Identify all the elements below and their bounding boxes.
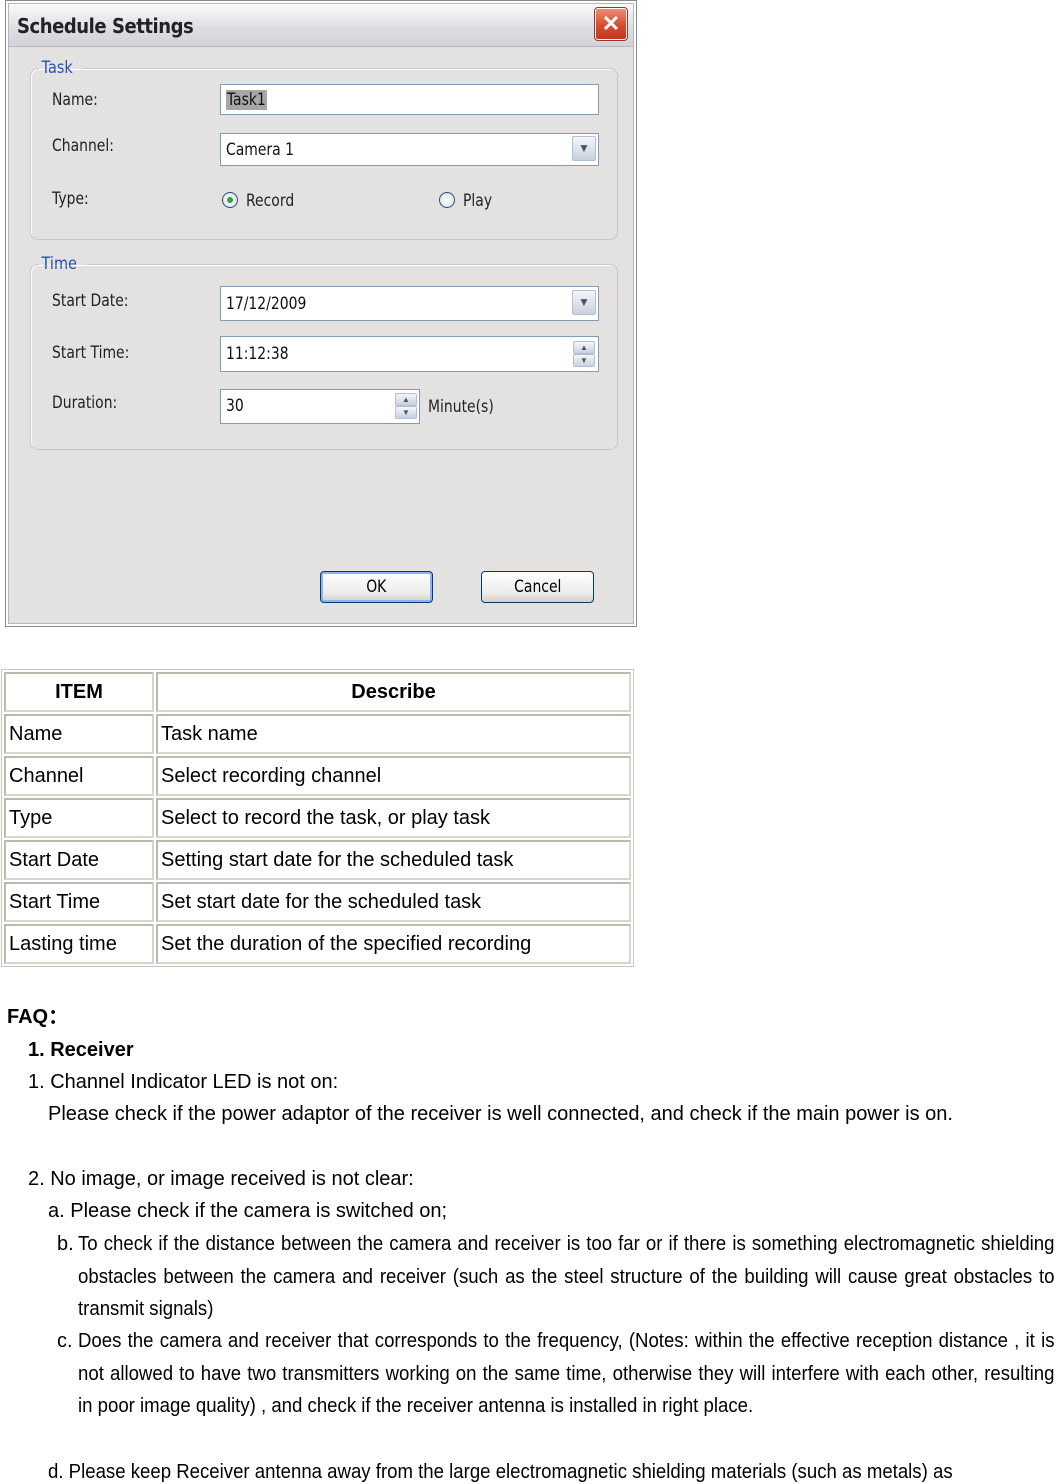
- settings-description-table: ITEM Describe Name Task name Channel Sel…: [1, 669, 634, 967]
- cancel-button-label: Cancel: [513, 577, 562, 597]
- faq-question-2: 2. No image, or image received is not cl…: [28, 1168, 414, 1190]
- faq-answer-2d: d. Please keep Receiver antenna away fro…: [48, 1461, 953, 1483]
- item-cell: Start Time: [4, 882, 154, 922]
- play-radio-label[interactable]: Play: [463, 191, 492, 211]
- spin-down-icon[interactable]: ▼: [395, 406, 417, 419]
- start-date-value: 17/12/2009: [226, 294, 307, 314]
- channel-select[interactable]: Camera 1 ▼: [220, 133, 599, 166]
- start-date-dropdown-button[interactable]: ▼: [572, 290, 596, 315]
- start-date-label: Start Date:: [52, 291, 129, 311]
- item-cell: Start Date: [4, 840, 154, 880]
- table-row: Start Time Set start date for the schedu…: [4, 882, 631, 922]
- faq-section-receiver: 1. Receiver: [28, 1039, 134, 1061]
- spin-down-icon[interactable]: ▼: [573, 354, 595, 367]
- describe-cell: Task name: [156, 714, 631, 754]
- close-icon: ✕: [601, 11, 621, 36]
- duration-value: 30: [226, 396, 244, 416]
- duration-unit: Minute(s): [428, 397, 494, 417]
- table-row: Start Date Setting start date for the sc…: [4, 840, 631, 880]
- faq-answer-2c: Does the camera and receiver that corres…: [78, 1325, 1057, 1423]
- item-cell: Channel: [4, 756, 154, 796]
- duration-spinner[interactable]: ▲ ▼: [395, 393, 417, 419]
- close-button[interactable]: ✕: [594, 7, 628, 41]
- spin-up-icon[interactable]: ▲: [395, 393, 417, 406]
- ok-button[interactable]: OK: [320, 571, 433, 603]
- faq-answer-1: Please check if the power adaptor of the…: [48, 1103, 953, 1125]
- ok-button-label: OK: [366, 577, 387, 597]
- faq-question-1: 1. Channel Indicator LED is not on:: [28, 1071, 339, 1093]
- type-label: Type:: [52, 189, 89, 209]
- faq-answer-2b-marker: b.: [57, 1233, 74, 1255]
- item-cell: Lasting time: [4, 924, 154, 964]
- table-header-row: ITEM Describe: [4, 672, 631, 712]
- start-date-picker[interactable]: 17/12/2009 ▼: [220, 286, 599, 321]
- start-time-spinner[interactable]: ▲ ▼: [573, 341, 595, 367]
- start-time-label: Start Time:: [52, 343, 130, 363]
- start-time-input[interactable]: 11:12:38 ▲ ▼: [220, 336, 599, 372]
- title-bar[interactable]: Schedule Settings ✕: [9, 4, 633, 47]
- item-cell: Name: [4, 714, 154, 754]
- name-input[interactable]: Task1: [220, 84, 599, 115]
- header-describe: Describe: [156, 672, 631, 712]
- dialog-title: Schedule Settings: [17, 14, 194, 38]
- describe-cell: Setting start date for the scheduled tas…: [156, 840, 631, 880]
- duration-input[interactable]: 30 ▲ ▼: [220, 389, 420, 424]
- record-radio[interactable]: [222, 192, 238, 208]
- table-row: Type Select to record the task, or play …: [4, 798, 631, 838]
- name-label: Name:: [52, 90, 98, 110]
- cancel-button[interactable]: Cancel: [481, 571, 594, 603]
- header-item: ITEM: [4, 672, 154, 712]
- describe-cell: Set the duration of the specified record…: [156, 924, 631, 964]
- table-row: Name Task name: [4, 714, 631, 754]
- faq-answer-2b-text: To check if the distance between the cam…: [78, 1233, 1055, 1320]
- faq-answer-2c-marker: c.: [57, 1330, 73, 1352]
- channel-value: Camera 1: [226, 140, 295, 160]
- play-radio[interactable]: [439, 192, 455, 208]
- spin-up-icon[interactable]: ▲: [573, 341, 595, 354]
- item-cell: Type: [4, 798, 154, 838]
- name-value: Task1: [226, 90, 267, 110]
- table-row: Lasting time Set the duration of the spe…: [4, 924, 631, 964]
- channel-label: Channel:: [52, 136, 114, 156]
- schedule-settings-dialog: Schedule Settings ✕ Task Name: Task1 Cha…: [5, 0, 637, 627]
- describe-cell: Set start date for the scheduled task: [156, 882, 631, 922]
- channel-dropdown-button[interactable]: ▼: [572, 136, 596, 161]
- record-radio-label[interactable]: Record: [246, 191, 294, 211]
- describe-cell: Select recording channel: [156, 756, 631, 796]
- start-time-value: 11:12:38: [226, 344, 289, 364]
- faq-answer-2c-text: Does the camera and receiver that corres…: [78, 1330, 1055, 1417]
- chevron-down-icon: ▼: [578, 295, 590, 309]
- faq-answer-2b: To check if the distance between the cam…: [78, 1228, 1057, 1326]
- task-group-legend: Task: [41, 58, 73, 78]
- duration-label: Duration:: [52, 393, 118, 413]
- faq-answer-2a: a. Please check if the camera is switche…: [48, 1200, 448, 1222]
- table-row: Channel Select recording channel: [4, 756, 631, 796]
- time-group-legend: Time: [41, 254, 77, 274]
- describe-cell: Select to record the task, or play task: [156, 798, 631, 838]
- chevron-down-icon: ▼: [578, 141, 590, 155]
- faq-heading: FAQ：: [7, 1006, 69, 1028]
